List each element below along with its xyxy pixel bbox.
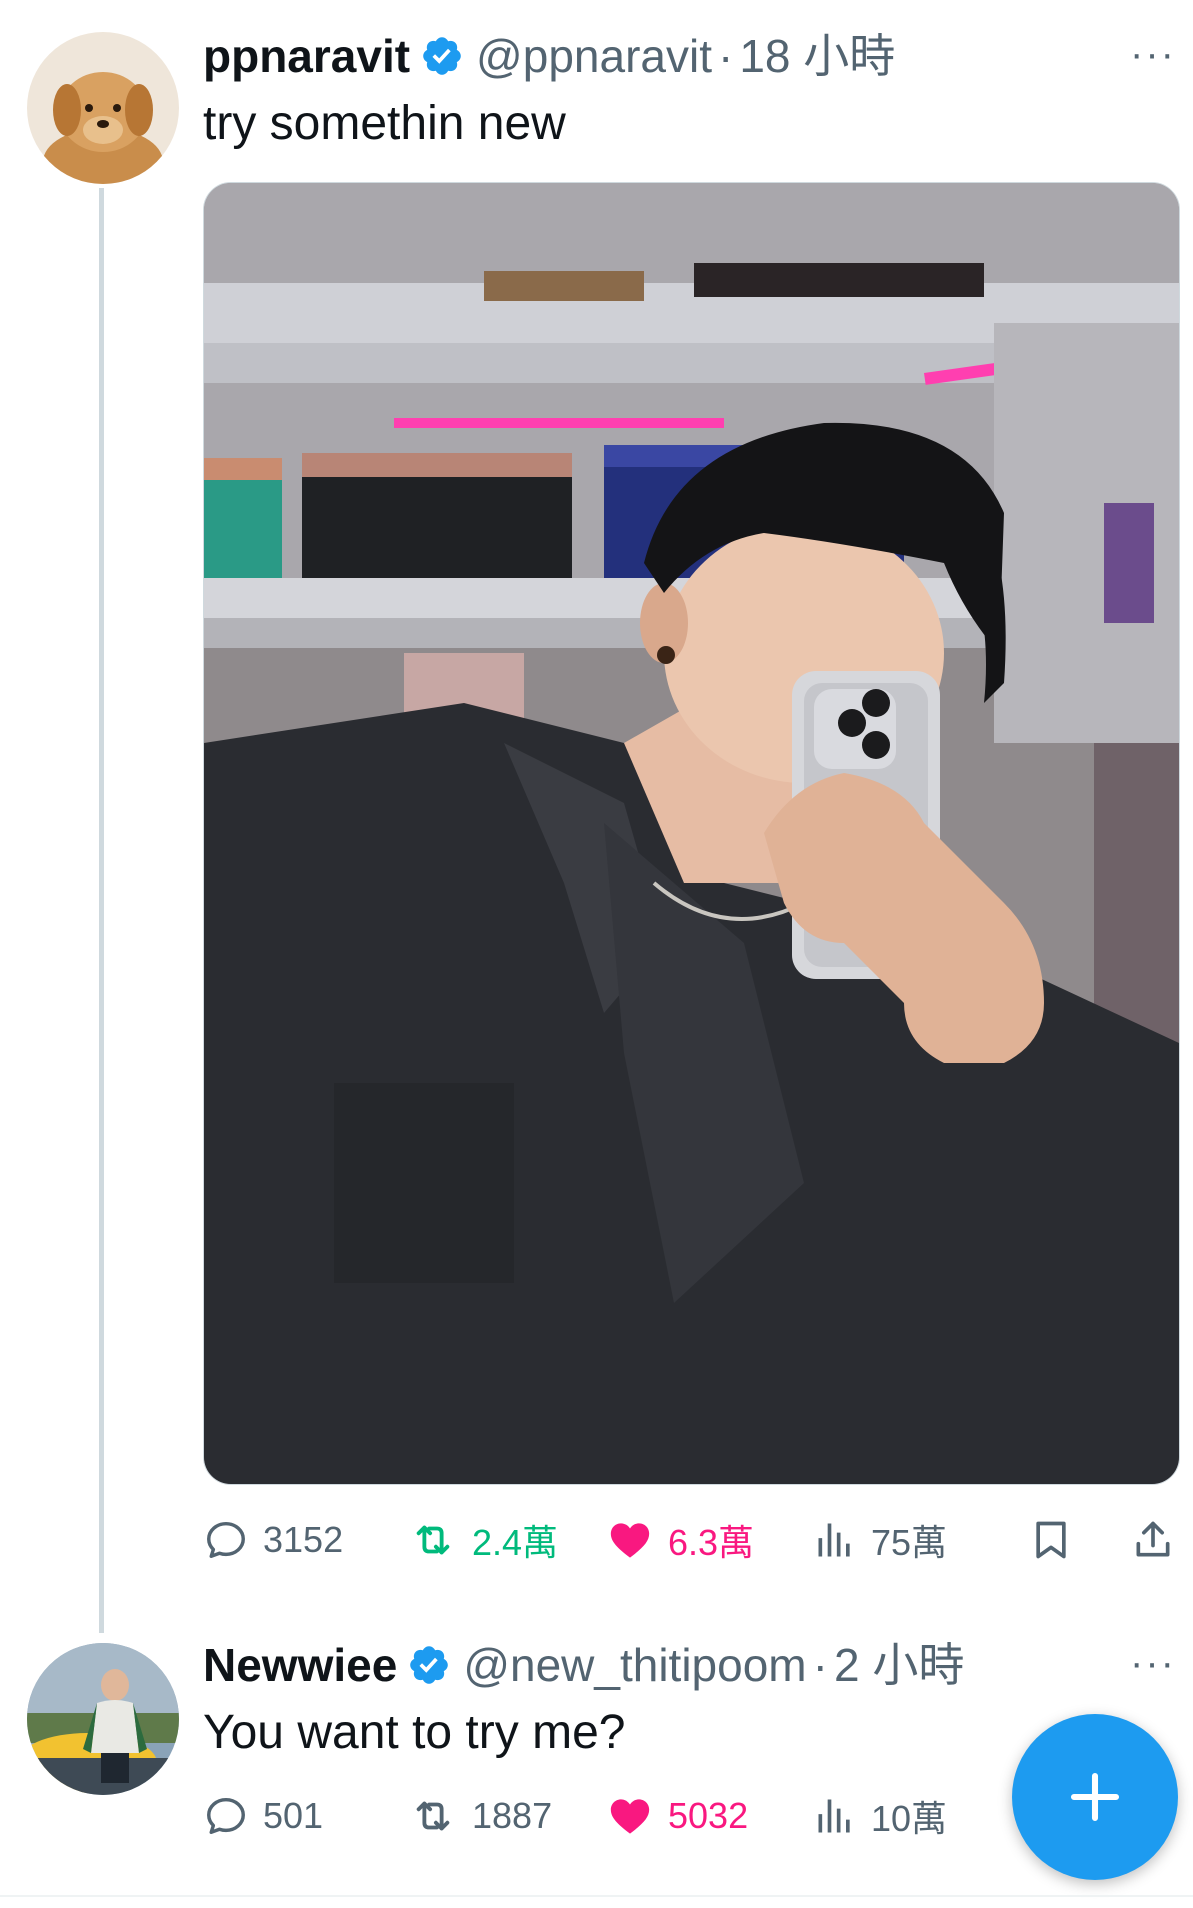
- display-name[interactable]: ppnaravit: [203, 28, 410, 84]
- like-count: 6.3萬: [668, 1522, 755, 1563]
- bookmark-button[interactable]: [1029, 1510, 1087, 1570]
- more-options-icon[interactable]: ···: [1130, 34, 1176, 74]
- like-count: 5032: [668, 1795, 749, 1836]
- heart-icon: [610, 1799, 650, 1834]
- avatar-newwiee[interactable]: [27, 1643, 179, 1795]
- retweet-count: 2.4萬: [472, 1522, 559, 1563]
- retweet-icon: [416, 1525, 450, 1555]
- plus-icon: [1070, 1772, 1120, 1822]
- timestamp[interactable]: 2 小時: [834, 1637, 964, 1693]
- views-bar-chart-icon: [818, 1523, 850, 1557]
- reply-count: 3152: [263, 1519, 344, 1560]
- more-options-icon[interactable]: ···: [1130, 1643, 1176, 1683]
- tweet-media-photo[interactable]: [203, 182, 1180, 1485]
- tweet-header: ppnaravit @ppnaravit · 18 小時: [203, 28, 895, 84]
- reply-button[interactable]: 501: [203, 1786, 323, 1846]
- separator-dot: ·: [812, 1639, 828, 1691]
- reply-count: 501: [263, 1795, 324, 1836]
- retweet-icon: [416, 1801, 450, 1831]
- reply-button[interactable]: 3152: [203, 1510, 343, 1570]
- verified-badge-icon: [420, 34, 464, 78]
- bookmark-icon: [1036, 1521, 1066, 1559]
- user-handle[interactable]: @ppnaravit: [476, 28, 712, 84]
- views-button[interactable]: 10萬: [813, 1786, 947, 1846]
- thread-connector-line: [99, 188, 104, 1633]
- views-button[interactable]: 75萬: [813, 1510, 947, 1570]
- tweet-text: try somethin new: [203, 97, 566, 150]
- display-name[interactable]: Newwiee: [203, 1637, 397, 1693]
- like-button[interactable]: 6.3萬: [606, 1510, 754, 1570]
- timestamp[interactable]: 18 小時: [739, 28, 895, 84]
- views-bar-chart-icon: [818, 1799, 850, 1833]
- compose-button[interactable]: [1012, 1714, 1178, 1880]
- reply-icon: [207, 1797, 245, 1835]
- separator-dot: ·: [717, 30, 734, 82]
- share-icon: [1136, 1521, 1170, 1557]
- divider: [0, 1895, 1193, 1897]
- like-button[interactable]: 5032: [606, 1786, 748, 1846]
- heart-icon: [610, 1523, 650, 1558]
- retweet-button[interactable]: 1887: [408, 1786, 552, 1846]
- tweet-actions-bar: 3152 2.4萬 6.3萬 75萬: [203, 1510, 1178, 1570]
- avatar-ppnaravit[interactable]: [27, 32, 179, 184]
- views-count: 75萬: [871, 1522, 948, 1563]
- retweet-count: 1887: [472, 1795, 553, 1836]
- views-count: 10萬: [871, 1798, 948, 1839]
- retweet-button[interactable]: 2.4萬: [408, 1510, 558, 1570]
- reply-icon: [207, 1521, 245, 1559]
- user-handle[interactable]: @new_thitipoom: [463, 1637, 806, 1693]
- tweet-header: Newwiee @new_thitipoom · 2 小時: [203, 1637, 964, 1693]
- verified-badge-icon: [407, 1643, 451, 1687]
- share-button[interactable]: [1131, 1510, 1189, 1570]
- tweet-text: You want to try me?: [203, 1706, 626, 1759]
